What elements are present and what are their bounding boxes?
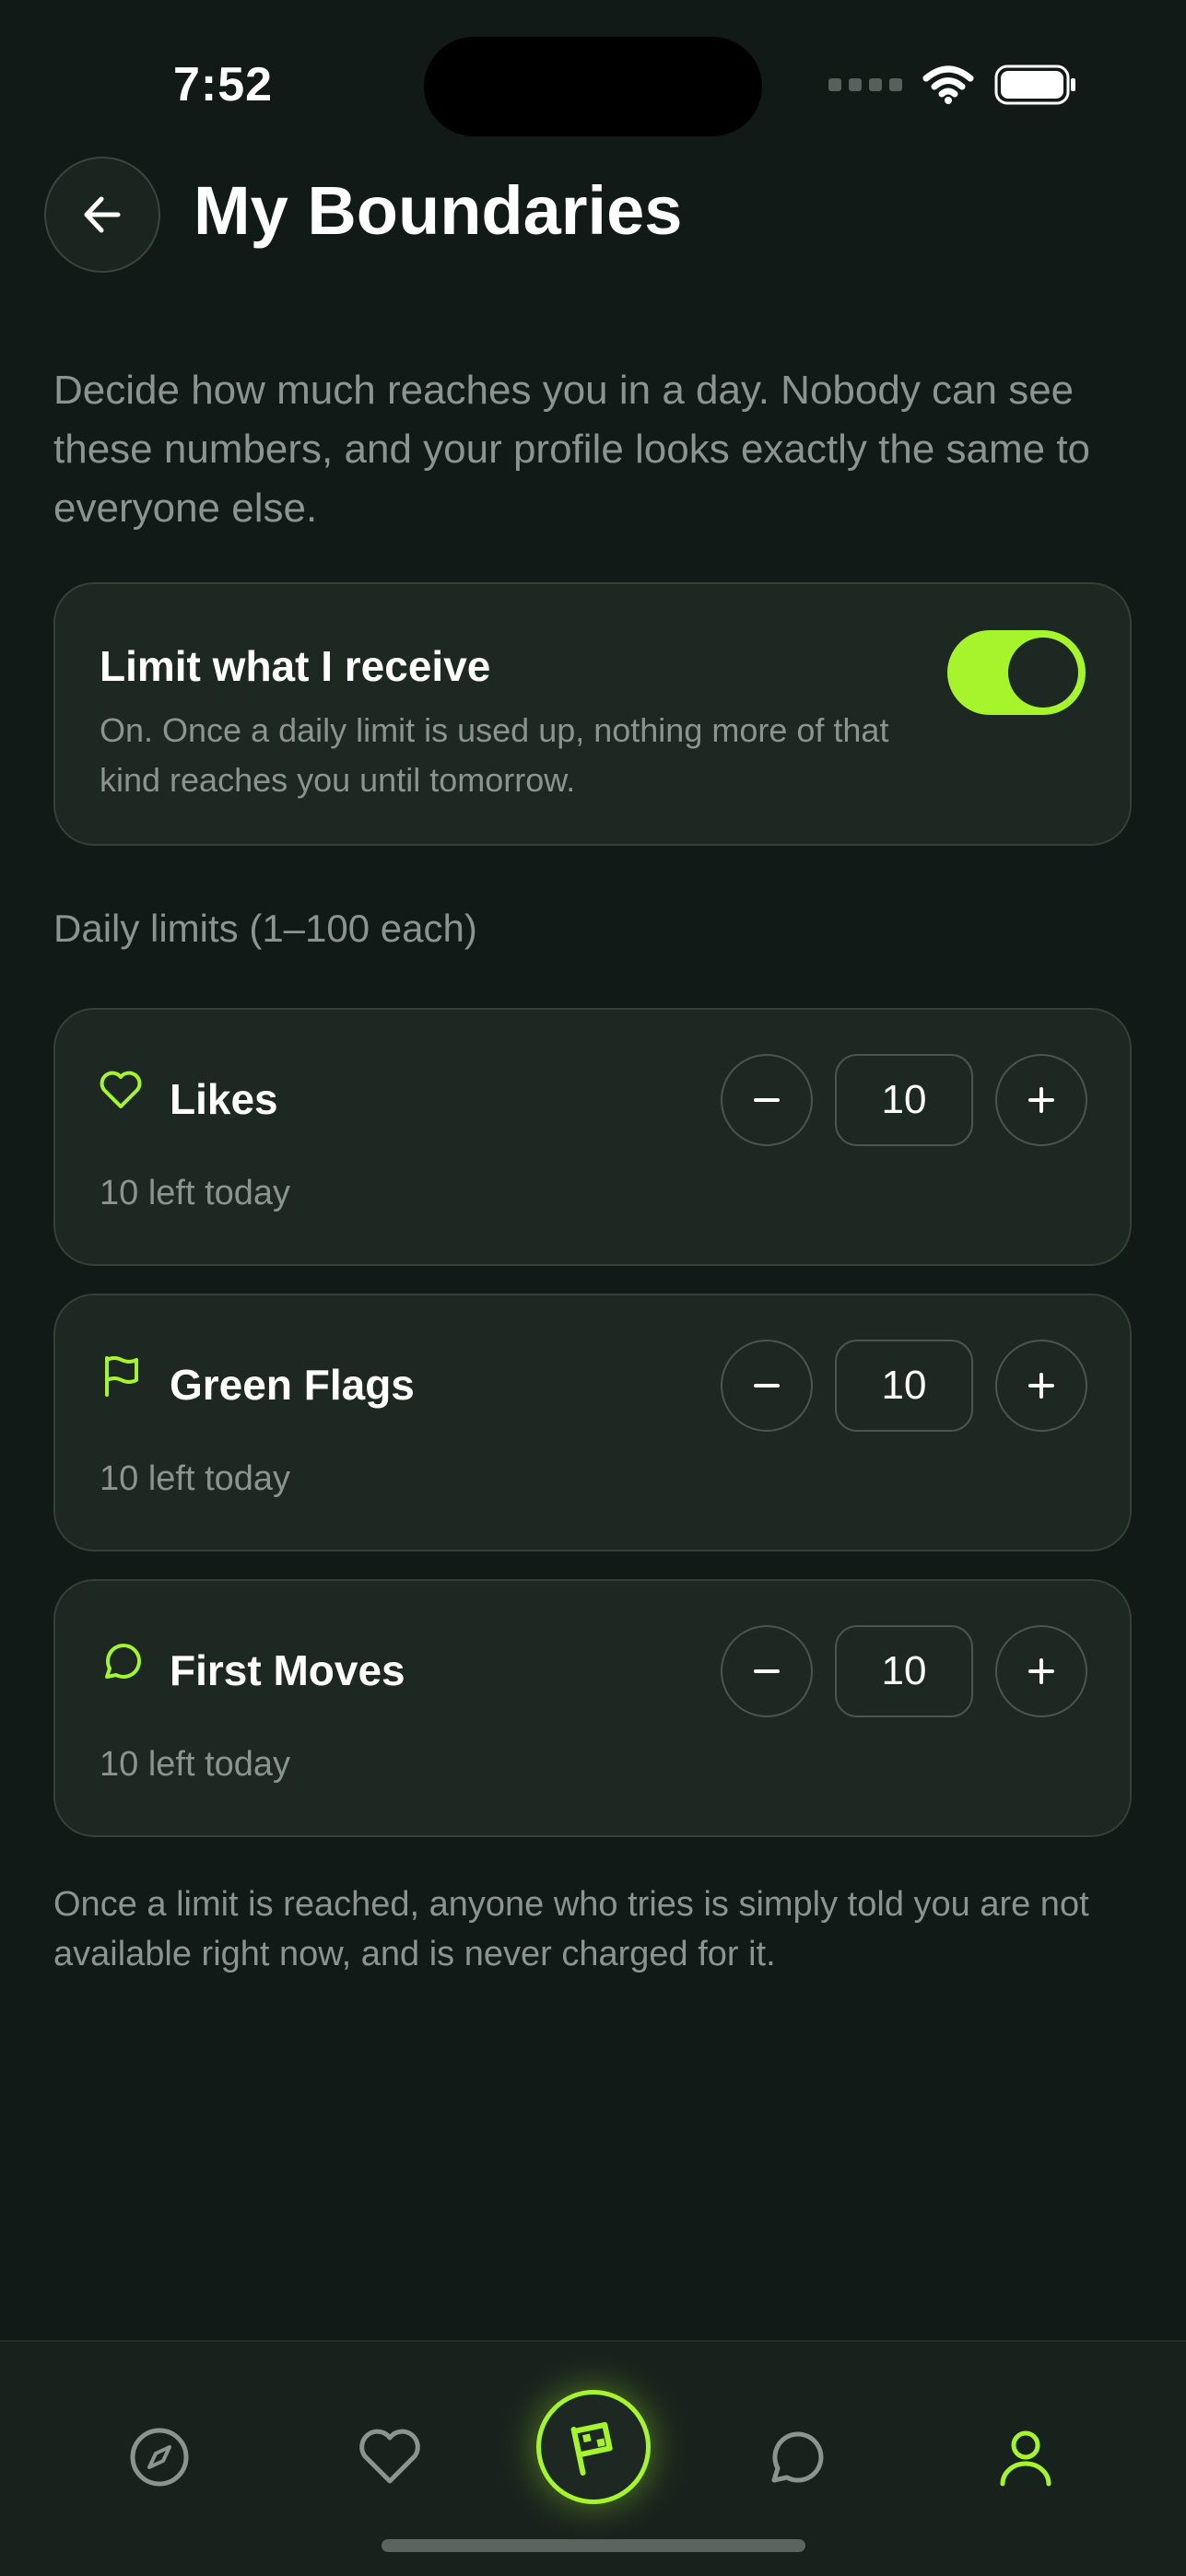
compass-icon xyxy=(130,2428,189,2487)
flag-icon xyxy=(105,1356,138,1397)
limit-toggle-title: Limit what I receive xyxy=(100,642,491,690)
limit-row-green-flags: Green Flags 10 10 left today xyxy=(53,1294,1132,1551)
arrow-left-icon xyxy=(84,196,121,233)
limit-toggle-card: Limit what I receive On. Once a daily li… xyxy=(53,582,1132,846)
intro-text: Decide how much reaches you in a day. No… xyxy=(53,368,1091,531)
tab-profile[interactable] xyxy=(984,2416,1067,2499)
heart-icon xyxy=(100,1071,142,1108)
limit-value[interactable]: 10 xyxy=(835,1340,973,1432)
tab-discover[interactable] xyxy=(118,2416,201,2499)
tab-green-flags[interactable] xyxy=(536,2390,651,2504)
flag-icon xyxy=(570,2421,613,2476)
cellular-signal-icon xyxy=(828,78,902,91)
minus-icon xyxy=(754,1098,780,1102)
limit-row-first-moves: First Moves 10 10 left today xyxy=(53,1579,1132,1837)
increment-button[interactable] xyxy=(995,1625,1087,1717)
plus-icon xyxy=(1028,1087,1054,1113)
status-icons xyxy=(828,64,1077,105)
wifi-icon xyxy=(922,65,974,104)
chat-bubble-icon xyxy=(771,2431,824,2483)
limit-toggle-description: On. Once a daily limit is used up, nothi… xyxy=(100,711,889,799)
minus-icon xyxy=(754,1669,780,1673)
limit-value[interactable]: 10 xyxy=(835,1054,973,1146)
limit-toggle-switch[interactable] xyxy=(947,630,1086,715)
decrement-button[interactable] xyxy=(721,1054,813,1146)
decrement-button[interactable] xyxy=(721,1625,813,1717)
chat-bubble-icon xyxy=(105,1644,141,1679)
tab-messages[interactable] xyxy=(754,2416,837,2499)
home-indicator xyxy=(382,2539,805,2552)
limit-title: Green Flags xyxy=(170,1361,415,1409)
profile-icon xyxy=(1000,2430,1051,2487)
tab-likes[interactable] xyxy=(348,2416,431,2499)
heart-icon xyxy=(359,2429,420,2484)
plus-icon xyxy=(1028,1658,1054,1684)
limit-title: Likes xyxy=(170,1075,278,1123)
plus-icon xyxy=(1028,1373,1054,1399)
limit-title: First Moves xyxy=(170,1646,405,1694)
section-label: Daily limits (1–100 each) xyxy=(53,907,477,950)
increment-button[interactable] xyxy=(995,1054,1087,1146)
footnote-text: Once a limit is reached, anyone who trie… xyxy=(53,1885,1089,1973)
dynamic-island xyxy=(424,37,762,136)
status-time: 7:52 xyxy=(173,58,274,111)
minus-icon xyxy=(754,1384,780,1388)
remaining-text: 10 left today xyxy=(100,1745,291,1784)
back-button[interactable] xyxy=(44,157,160,273)
limit-value[interactable]: 10 xyxy=(835,1625,973,1717)
page-title: My Boundaries xyxy=(194,172,683,249)
limit-row-likes: Likes 10 10 left today xyxy=(53,1008,1132,1266)
decrement-button[interactable] xyxy=(721,1340,813,1432)
remaining-text: 10 left today xyxy=(100,1174,291,1212)
battery-icon xyxy=(994,64,1075,105)
increment-button[interactable] xyxy=(995,1340,1087,1432)
remaining-text: 10 left today xyxy=(100,1459,291,1498)
toggle-knob xyxy=(1008,638,1078,708)
boundaries-screen: 7:52 My Boundaries Decide how much reach… xyxy=(0,0,1186,2576)
